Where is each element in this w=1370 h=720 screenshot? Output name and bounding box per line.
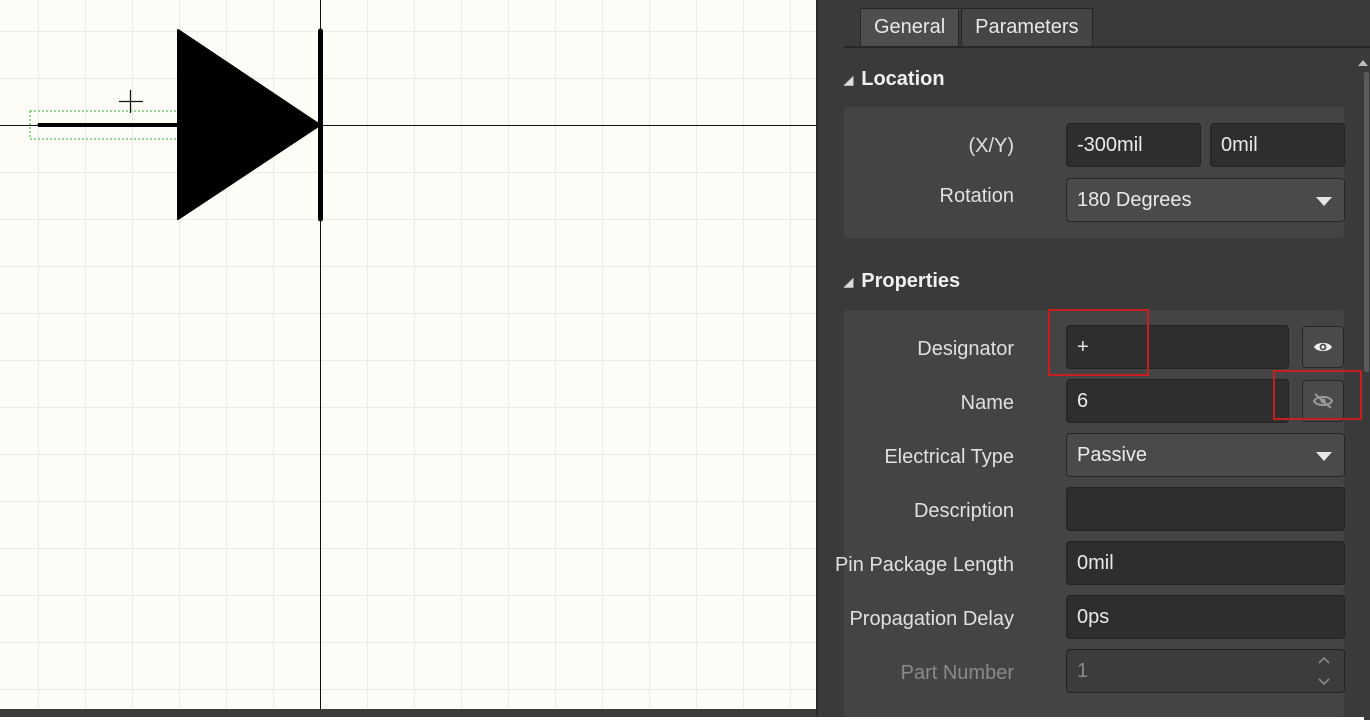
location-title: Location — [861, 68, 945, 90]
rotation-value: 180 Degrees — [1077, 188, 1192, 211]
electrical-type-label: Electrical Type — [884, 446, 1014, 468]
chevron-down-icon — [1316, 452, 1332, 461]
canvas-status-strip — [0, 709, 816, 717]
scroll-up-icon[interactable] — [1358, 60, 1368, 66]
properties-title: Properties — [861, 270, 961, 292]
part-number-field: 1 — [1066, 649, 1345, 693]
tab-parameters[interactable]: Parameters — [961, 8, 1093, 46]
designator-label: Designator — [917, 338, 1014, 360]
propagation-delay-field[interactable]: 0ps — [1066, 595, 1345, 639]
name-label: Name — [960, 392, 1014, 414]
spinner-arrows-icon — [1318, 656, 1330, 686]
y-coordinate-field[interactable]: 0mil — [1210, 123, 1345, 167]
properties-panel: General Parameters ◢ Location (X/Y) -300… — [816, 0, 1370, 720]
description-field[interactable] — [1066, 487, 1345, 531]
collapse-caret-icon: ◢ — [844, 274, 854, 289]
properties-section-header[interactable]: ◢ Properties — [844, 270, 960, 293]
diode-triangle — [177, 29, 321, 220]
name-visibility-button[interactable] — [1302, 380, 1344, 422]
pin-package-length-field[interactable]: 0mil — [1066, 541, 1345, 585]
xy-label: (X/Y) — [968, 135, 1014, 157]
schematic-canvas[interactable] — [0, 0, 816, 717]
electrical-type-value: Passive — [1077, 443, 1148, 466]
eye-icon — [1314, 342, 1332, 352]
panel-tabs: General Parameters — [860, 8, 1095, 46]
crosshair-cursor-icon — [119, 90, 143, 113]
collapse-caret-icon: ◢ — [844, 72, 854, 87]
designator-field[interactable]: + — [1066, 325, 1289, 369]
tab-divider — [844, 46, 1370, 48]
x-coordinate-field[interactable]: -300mil — [1066, 123, 1201, 167]
propagation-delay-label: Propagation Delay — [849, 608, 1014, 630]
tab-general[interactable]: General — [860, 8, 960, 46]
pin-package-length-label: Pin Package Length — [834, 554, 1014, 576]
canvas-drawing — [0, 0, 816, 709]
location-section-header[interactable]: ◢ Location — [844, 68, 945, 91]
rotation-select[interactable]: 180 Degrees — [1066, 178, 1345, 222]
eye-off-icon — [1312, 393, 1334, 409]
location-section: (X/Y) -300mil 0mil Rotation 180 Degrees — [844, 107, 1345, 238]
part-number-value: 1 — [1077, 659, 1089, 682]
panel-scrollbar-thumb[interactable] — [1364, 72, 1369, 372]
chevron-down-icon — [1316, 197, 1332, 206]
name-field[interactable]: 6 — [1066, 379, 1289, 423]
pin-hotspot — [37, 123, 41, 127]
part-number-label: Part Number — [900, 662, 1014, 684]
electrical-type-select[interactable]: Passive — [1066, 433, 1345, 477]
description-label: Description — [913, 500, 1014, 522]
properties-section: Designator + Name 6 Electrical Type Pass… — [835, 310, 1345, 717]
rotation-label: Rotation — [939, 185, 1015, 207]
designator-visibility-button[interactable] — [1302, 326, 1344, 368]
